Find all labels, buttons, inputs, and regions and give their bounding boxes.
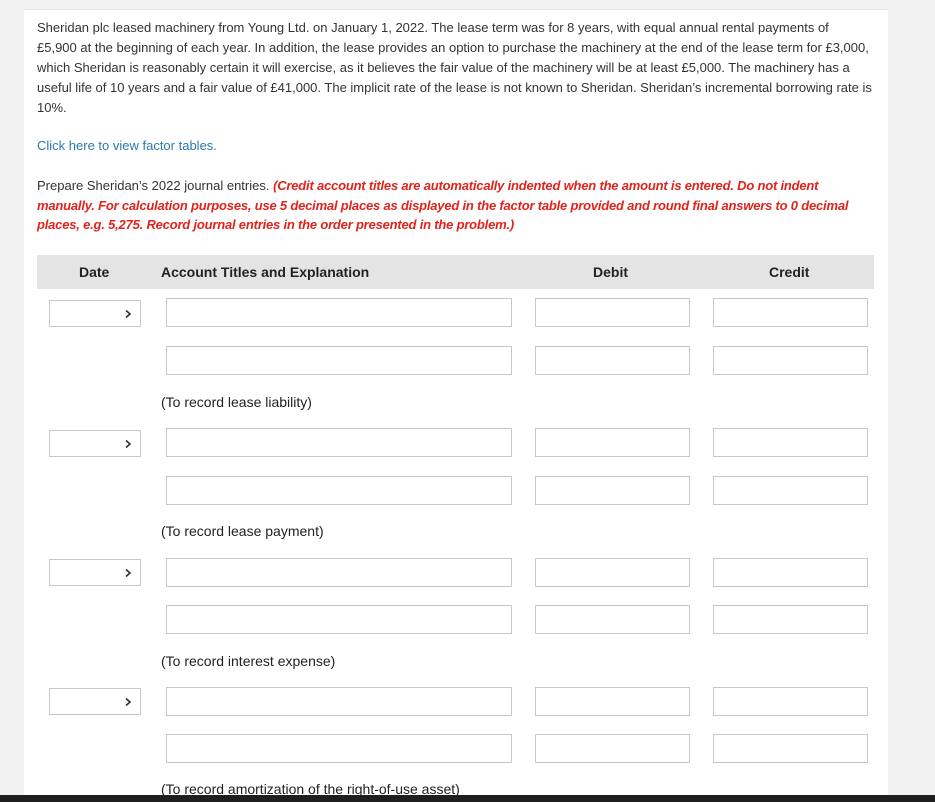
- debit-input[interactable]: [535, 476, 690, 505]
- entry-note: (To record interest expense): [161, 653, 336, 669]
- debit-input[interactable]: [535, 298, 690, 327]
- problem-statement: Sheridan plc leased machinery from Young…: [37, 20, 872, 115]
- credit-input[interactable]: [713, 428, 868, 457]
- debit-input[interactable]: [535, 734, 690, 763]
- account-input[interactable]: [166, 346, 512, 375]
- date-select[interactable]: [49, 559, 141, 586]
- credit-input[interactable]: [713, 605, 868, 634]
- chevron-down-icon: [125, 568, 132, 578]
- instructions: Prepare Sheridan’s 2022 journal entries.…: [37, 176, 872, 235]
- account-input[interactable]: [166, 605, 512, 634]
- header-date: Date: [79, 264, 110, 280]
- journal-table-header: Date Account Titles and Explanation Debi…: [37, 255, 874, 289]
- chevron-down-icon: [125, 439, 132, 449]
- account-input[interactable]: [166, 687, 512, 716]
- instruction-lead: Prepare Sheridan’s 2022 journal entries.: [37, 178, 270, 193]
- chevron-down-icon: [125, 697, 132, 707]
- account-input[interactable]: [166, 476, 512, 505]
- debit-input[interactable]: [535, 428, 690, 457]
- debit-input[interactable]: [535, 558, 690, 587]
- factor-tables-link[interactable]: Click here to view factor tables.: [37, 137, 217, 155]
- account-input[interactable]: [166, 734, 512, 763]
- header-debit: Debit: [593, 264, 628, 280]
- entry-note: (To record lease liability): [161, 394, 312, 410]
- question-panel: [24, 10, 888, 802]
- credit-input[interactable]: [713, 346, 868, 375]
- bottom-bar: [0, 795, 935, 802]
- header-credit: Credit: [769, 264, 810, 280]
- account-input[interactable]: [166, 428, 512, 457]
- account-input[interactable]: [166, 298, 512, 327]
- header-account: Account Titles and Explanation: [161, 264, 370, 280]
- debit-input[interactable]: [535, 346, 690, 375]
- date-select[interactable]: [49, 300, 141, 327]
- debit-input[interactable]: [535, 605, 690, 634]
- credit-input[interactable]: [713, 558, 868, 587]
- account-input[interactable]: [166, 558, 512, 587]
- debit-input[interactable]: [535, 687, 690, 716]
- credit-input[interactable]: [713, 734, 868, 763]
- credit-input[interactable]: [713, 298, 868, 327]
- credit-input[interactable]: [713, 687, 868, 716]
- date-select[interactable]: [49, 688, 141, 715]
- date-select[interactable]: [49, 430, 141, 457]
- chevron-down-icon: [125, 309, 132, 319]
- entry-note: (To record lease payment): [161, 523, 324, 539]
- credit-input[interactable]: [713, 476, 868, 505]
